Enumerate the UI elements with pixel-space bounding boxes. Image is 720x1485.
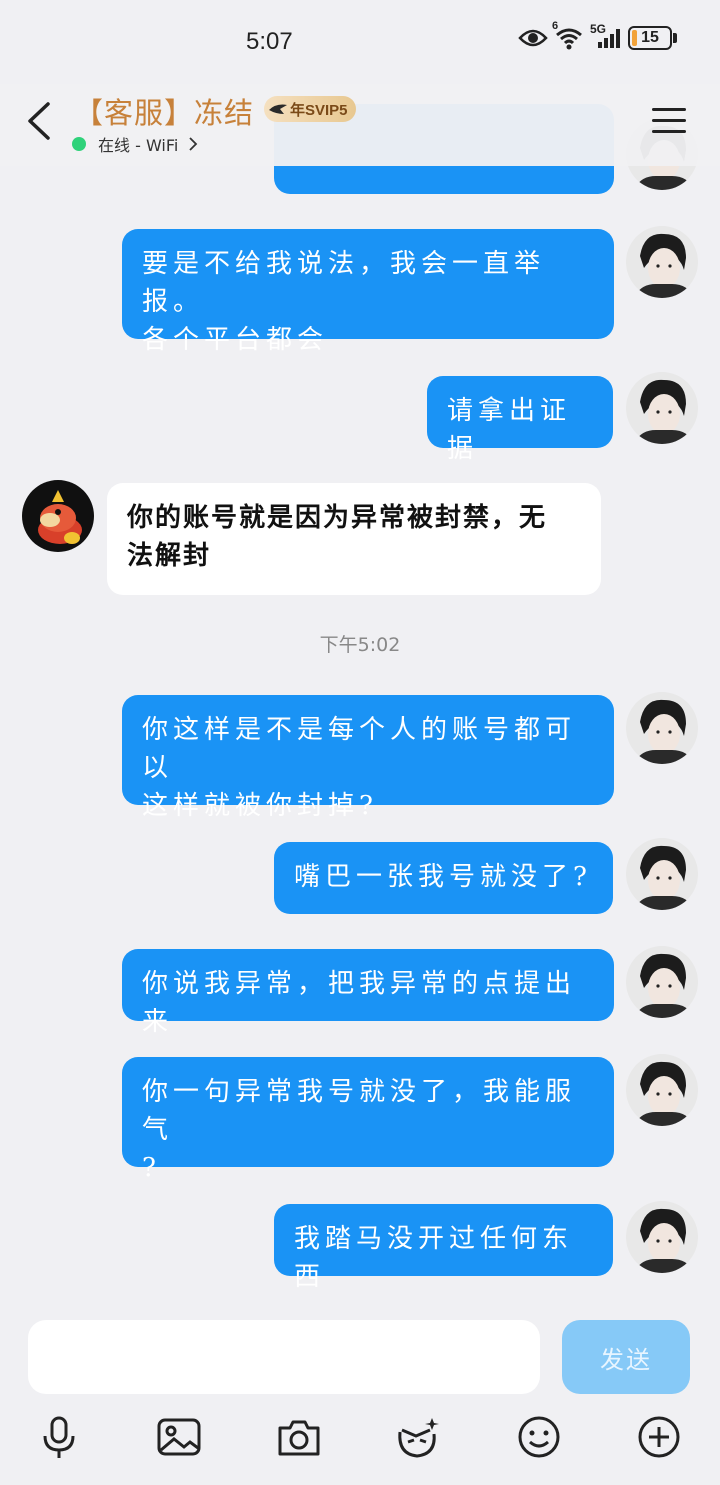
microphone-icon[interactable] [36, 1414, 82, 1460]
status-time: 5:07 [246, 28, 293, 55]
message-bubble[interactable]: 你这样是不是每个人的账号都可以 这样就被你封掉? [122, 695, 614, 821]
emoji-icon[interactable] [516, 1414, 562, 1460]
battery-indicator: 15 [628, 26, 677, 50]
message-line: 各个平台都会 [142, 325, 329, 355]
status-icons: 6 5G 15 [518, 20, 677, 50]
my-avatar[interactable] [626, 692, 698, 764]
message-input[interactable] [28, 1320, 540, 1394]
online-status-text: 在线 - WiFi [98, 136, 179, 155]
vip-bird-icon [269, 104, 287, 114]
battery-text: 15 [641, 29, 659, 46]
my-avatar[interactable] [626, 946, 698, 1018]
message-line: 嘴巴一张我号就没了? [294, 862, 592, 892]
chat-area[interactable]: 要是不给我说法，我会一直举报。 各个平台都会 请拿出证据 你的账号就是因为异常被… [0, 84, 720, 1308]
contact-name[interactable]: 【客服】冻结 [74, 90, 254, 132]
message-line: 要是不给我说法，我会一直举报。 [142, 249, 546, 317]
back-button[interactable] [20, 100, 60, 142]
wifi-icon: 6 [552, 20, 584, 50]
wifi-label: 6 [552, 20, 559, 32]
message-line: ? [142, 1153, 161, 1183]
eye-icon [518, 29, 548, 47]
message-bubble[interactable]: 你说我异常，把我异常的点提出来 [122, 949, 614, 1037]
message-bubble[interactable]: 你的账号就是因为异常被封禁，无 法解封 [107, 483, 601, 595]
message-line: 你说我异常，把我异常的点提出来 [142, 969, 577, 1037]
message-line: 请拿出证据 [447, 396, 572, 464]
composer-toolbar [0, 1414, 720, 1464]
plus-icon[interactable] [636, 1414, 682, 1460]
message-line: 我踏马没开过任何东西 [294, 1224, 574, 1292]
timestamp: 下午5:02 [319, 634, 401, 656]
chat-header: 【客服】冻结 年SVIP5 在线 - WiFi [0, 84, 720, 166]
message-bubble[interactable]: 我踏马没开过任何东西 [274, 1204, 613, 1292]
my-avatar[interactable] [626, 1054, 698, 1126]
my-avatar[interactable] [626, 372, 698, 444]
camera-icon[interactable] [276, 1414, 322, 1460]
sticker-icon[interactable] [394, 1414, 440, 1460]
composer: 发送 [0, 1308, 720, 1485]
message-line: 这样就被你封掉? [142, 791, 378, 821]
my-avatar[interactable] [626, 838, 698, 910]
send-button[interactable]: 发送 [562, 1320, 690, 1394]
contact-avatar[interactable] [22, 480, 94, 552]
message-bubble[interactable]: 嘴巴一张我号就没了? [274, 842, 613, 914]
signal-icon: 5G [590, 22, 622, 50]
message-line: 你一句异常我号就没了，我能服气 [142, 1077, 577, 1145]
battery-fill [632, 30, 638, 46]
message-bubble[interactable]: 你一句异常我号就没了，我能服气 ? [122, 1057, 614, 1183]
message-line: 你的账号就是因为异常被封禁，无 [127, 503, 548, 533]
status-bar: 5:07 6 5G 15 [0, 0, 720, 84]
my-avatar[interactable] [626, 1201, 698, 1273]
online-status[interactable]: 在线 - WiFi [72, 132, 198, 156]
message-line: 法解封 [127, 541, 212, 571]
my-avatar[interactable] [626, 226, 698, 298]
vip-label: 年SVIP5 [290, 101, 348, 119]
message-bubble[interactable]: 要是不给我说法，我会一直举报。 各个平台都会 [122, 229, 614, 355]
battery-icon: 15 [628, 26, 672, 50]
image-icon[interactable] [156, 1414, 202, 1460]
vip-badge[interactable]: 年SVIP5 [264, 96, 356, 122]
message-bubble[interactable]: 请拿出证据 [427, 376, 613, 464]
chevron-right-icon [189, 137, 198, 151]
message-line: 你这样是不是每个人的账号都可以 [142, 715, 577, 783]
online-dot [72, 137, 86, 151]
menu-button[interactable] [652, 106, 686, 136]
